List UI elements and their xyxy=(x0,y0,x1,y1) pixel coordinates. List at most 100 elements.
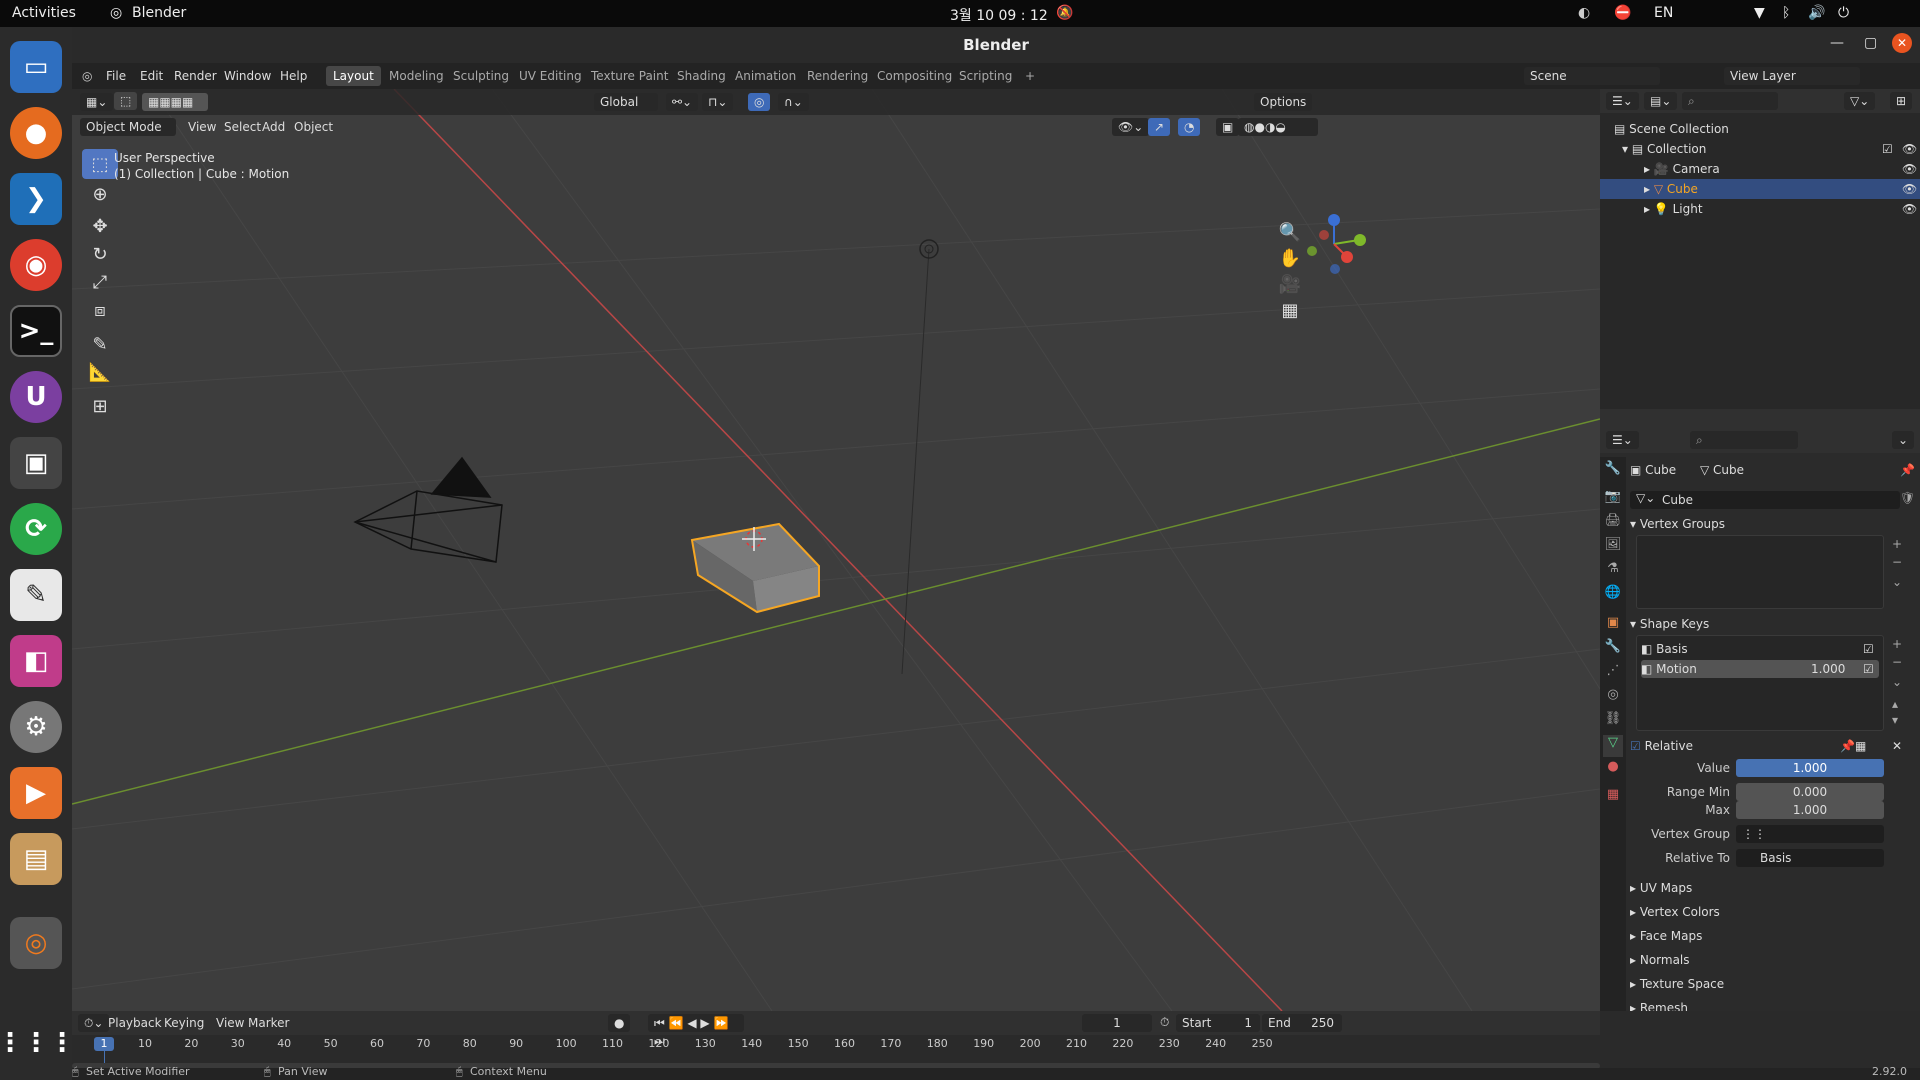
display-mode-icon[interactable]: ▤⌄ xyxy=(1644,92,1678,110)
vertex-group-menu-icon[interactable]: ⌄ xyxy=(1892,575,1902,589)
shape-key-motion[interactable]: ◧ Motion 1.000 ☑ xyxy=(1641,660,1879,678)
playhead[interactable]: 1 xyxy=(94,1037,114,1051)
particles-tab-icon[interactable]: ⋰ xyxy=(1603,663,1623,685)
collapse-arrow-icon[interactable]: ▾ xyxy=(1622,142,1632,156)
3d-viewport[interactable]: ▦⌄ ⬚ ▦▦▦▦ Global ⚯⌄ ⊓⌄ ◎ ∩⌄ Options Obje… xyxy=(72,89,1600,1011)
transform-tool-icon[interactable]: ⧈ xyxy=(82,295,118,325)
vertex-group-field[interactable]: ⋮⋮ xyxy=(1736,825,1884,843)
menu-object[interactable]: Object xyxy=(288,118,339,136)
ortho-grid-icon[interactable]: ▦ xyxy=(1272,295,1308,325)
world-tab-icon[interactable]: 🌐 xyxy=(1603,585,1623,607)
terminal-icon[interactable]: >_ xyxy=(10,305,62,357)
eye-icon[interactable]: 👁 xyxy=(1902,139,1917,159)
view-layer-tab-icon[interactable]: 🖼 xyxy=(1603,537,1623,559)
falloff-icon[interactable]: ∩⌄ xyxy=(778,93,809,111)
xray-icon[interactable]: ▣ xyxy=(1216,118,1240,136)
archive-icon[interactable]: ▤ xyxy=(10,833,62,885)
tab-compositing[interactable]: Compositing xyxy=(870,66,959,86)
shape-key-menu-icon[interactable]: ⌄ xyxy=(1892,675,1902,689)
blender-dock-icon[interactable]: ◎ xyxy=(10,917,62,969)
record-icon[interactable]: ● xyxy=(608,1014,631,1032)
eye-icon[interactable]: 👁 xyxy=(1902,159,1917,179)
pin-icon[interactable]: 📌 xyxy=(1900,463,1915,477)
relative-checkbox[interactable]: ☑ xyxy=(1630,739,1641,753)
power-icon[interactable]: ⏻ xyxy=(1838,5,1849,21)
texture-space-panel[interactable]: ▸ Texture Space xyxy=(1630,977,1918,991)
minimize-icon[interactable]: — xyxy=(1830,35,1844,51)
editor-type-icon[interactable]: ▦⌄ xyxy=(80,93,114,111)
tab-modeling[interactable]: Modeling xyxy=(382,66,451,86)
constraints-tab-icon[interactable]: ⛓ xyxy=(1603,711,1623,733)
eye-icon[interactable]: 👁 xyxy=(1902,179,1917,199)
vertex-groups-list[interactable] xyxy=(1636,535,1884,609)
remove-shape-key-icon[interactable]: − xyxy=(1892,655,1902,669)
preview-range-icon[interactable]: ⏱ xyxy=(1160,1015,1169,1030)
shape-keys-header[interactable]: ▾ Shape Keys xyxy=(1630,617,1918,631)
viewport-canvas[interactable] xyxy=(72,89,1600,1011)
object-mode-dropdown[interactable]: Object Mode xyxy=(80,118,176,136)
outliner-scene-collection[interactable]: ▤ Scene Collection xyxy=(1600,119,1920,139)
close-icon[interactable]: ✕ xyxy=(1892,33,1912,53)
blender-logo-icon[interactable]: ◎ xyxy=(82,69,92,83)
app-grid-icon[interactable]: ⋮⋮⋮ xyxy=(0,1017,75,1069)
menu-render[interactable]: Render xyxy=(174,69,217,83)
annotate-tool-icon[interactable]: ✎ xyxy=(82,329,118,359)
tab-animation[interactable]: Animation xyxy=(728,66,803,86)
menu-window[interactable]: Window xyxy=(224,69,271,83)
shape-key-basis[interactable]: ◧ Basis ☑ xyxy=(1641,640,1879,658)
menu-marker[interactable]: Marker xyxy=(242,1014,295,1032)
uv-maps-panel[interactable]: ▸ UV Maps xyxy=(1630,881,1918,895)
exclude-checkbox-icon[interactable]: ☑ xyxy=(1882,139,1893,159)
cube-object[interactable] xyxy=(690,522,820,614)
rotate-tool-icon[interactable]: ↻ xyxy=(82,239,118,269)
transform-orientation[interactable]: Global xyxy=(594,93,658,111)
pivot-icon[interactable]: ⚯⌄ xyxy=(666,93,699,111)
firefox-icon[interactable]: ● xyxy=(10,107,62,159)
unity-icon[interactable]: U xyxy=(10,371,62,423)
shape-key-lock-icon[interactable]: 📌▦ xyxy=(1840,739,1866,753)
expand-arrow-icon[interactable]: ▸ xyxy=(1644,162,1654,176)
remove-vertex-group-icon[interactable]: − xyxy=(1892,555,1902,569)
end-frame-field[interactable]: End 250 xyxy=(1262,1014,1342,1032)
move-up-icon[interactable]: ▴ xyxy=(1892,697,1898,711)
shading-mode-icons[interactable]: ◍●◑◒ xyxy=(1238,118,1318,136)
range-min-field[interactable]: 0.000 xyxy=(1736,783,1884,801)
menu-keying[interactable]: Keying xyxy=(158,1014,210,1032)
tool-tab-icon[interactable]: 🔧 xyxy=(1603,461,1623,483)
scene-selector[interactable]: Scene xyxy=(1524,67,1660,85)
value-slider[interactable]: 1.000 xyxy=(1736,759,1884,777)
outliner-item-camera[interactable]: ▸ 🎥 Camera 👁 xyxy=(1600,159,1920,179)
scale-tool-icon[interactable]: ⤢ xyxy=(82,267,118,297)
app-name[interactable]: Blender xyxy=(132,5,186,21)
volume-icon[interactable]: 🔊 xyxy=(1808,5,1825,21)
material-tab-icon[interactable]: ● xyxy=(1603,759,1623,781)
activities-button[interactable]: Activities xyxy=(12,5,76,21)
shape-key-mute-checkbox[interactable]: ☑ xyxy=(1863,660,1874,678)
shape-keys-list[interactable]: ◧ Basis ☑ ◧ Motion 1.000 ☑ xyxy=(1636,635,1884,731)
update-icon[interactable]: ⟳ xyxy=(10,503,62,555)
vscode-icon[interactable]: ❯ xyxy=(10,173,62,225)
video-player-icon[interactable]: ▶ xyxy=(10,767,62,819)
outliner-item-cube[interactable]: ▸ ▽ Cube 👁 xyxy=(1600,179,1920,199)
render-tab-icon[interactable]: 📷 xyxy=(1603,489,1623,511)
modifier-tab-icon[interactable]: 🔧 xyxy=(1603,639,1623,661)
new-collection-icon[interactable]: ⊞ xyxy=(1890,92,1913,110)
playback-controls-icons[interactable]: ⏮ ⏪ ◀ ▶ ⏩ ⏭ xyxy=(648,1014,744,1048)
tab-uv-editing[interactable]: UV Editing xyxy=(512,66,589,86)
gizmo-toggle-icon[interactable]: ↗ xyxy=(1148,118,1171,136)
texture-tab-icon[interactable]: ▦ xyxy=(1603,787,1623,809)
current-frame-field[interactable]: 1 xyxy=(1082,1014,1152,1032)
menu-add[interactable]: Add xyxy=(256,118,291,136)
tab-layout[interactable]: Layout xyxy=(326,66,381,86)
screenshot-icon[interactable]: ◐ xyxy=(1578,5,1590,21)
measure-tool-icon[interactable]: 📐 xyxy=(82,357,118,387)
relative-toggle[interactable]: ☑ Relative 📌▦ ✕ xyxy=(1630,739,1918,753)
menu-file[interactable]: File xyxy=(106,69,126,83)
proportional-edit-icon[interactable]: ◎ xyxy=(748,93,771,111)
wifi-icon[interactable]: ▼ xyxy=(1754,5,1765,21)
camera-object[interactable] xyxy=(353,456,503,563)
view-layer-selector[interactable]: View Layer xyxy=(1724,67,1860,85)
settings-icon[interactable]: ⚙ xyxy=(10,701,62,753)
menu-edit[interactable]: Edit xyxy=(140,69,163,83)
navigation-gizmo[interactable] xyxy=(1307,214,1366,274)
